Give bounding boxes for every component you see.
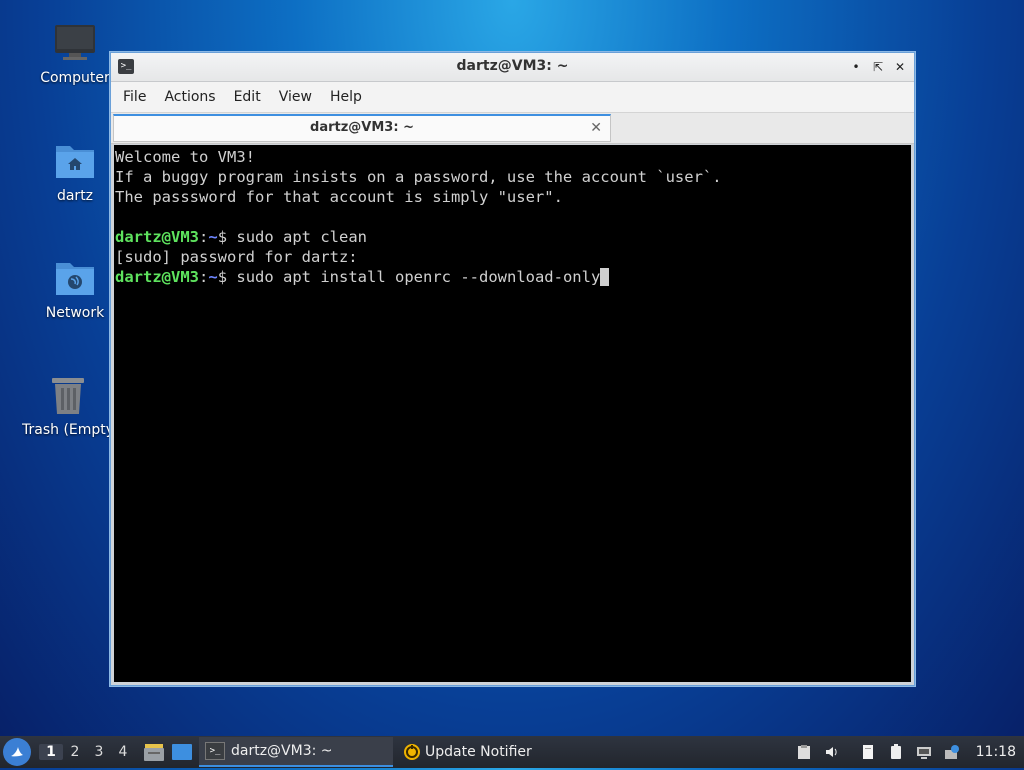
volume-icon[interactable]: [824, 744, 840, 760]
terminal-command-line: dartz@VM3:~$ sudo apt install openrc --d…: [115, 267, 911, 287]
command-input[interactable]: sudo apt install openrc --download-only: [236, 268, 600, 286]
tab-terminal[interactable]: dartz@VM3: ~ ✕: [113, 114, 611, 142]
prompt-end: $: [217, 228, 237, 246]
clock[interactable]: 11:18: [976, 744, 1016, 760]
terminal-blank-line: ​: [115, 207, 911, 227]
text-cursor: [600, 268, 610, 286]
home-folder-icon: [53, 140, 97, 182]
network-folder-icon: [53, 257, 97, 299]
menu-view[interactable]: View: [275, 89, 322, 105]
window-titlebar[interactable]: >_ dartz@VM3: ~ • ⇱ ✕: [111, 53, 914, 82]
task-terminal[interactable]: >_ dartz@VM3: ~: [199, 737, 393, 767]
workspace-3[interactable]: 3: [87, 744, 111, 760]
desktop-icon-label: Trash (Empty): [22, 422, 114, 438]
prompt-user: dartz@VM3: [115, 228, 199, 246]
show-desktop-icon[interactable]: [171, 742, 193, 762]
battery-icon[interactable]: [888, 744, 904, 760]
menu-actions[interactable]: Actions: [160, 89, 225, 105]
menu-help[interactable]: Help: [326, 89, 372, 105]
update-notifier-icon: [403, 743, 421, 761]
terminal-icon: >_: [205, 742, 225, 760]
start-menu-icon[interactable]: [3, 738, 31, 766]
prompt-end: $: [217, 268, 237, 286]
file-manager-launcher-icon[interactable]: [143, 742, 165, 762]
prompt-path: ~: [208, 268, 218, 286]
menu-file[interactable]: File: [119, 89, 156, 105]
menubar: File Actions Edit View Help: [111, 82, 914, 113]
update-tray-icon[interactable]: [944, 744, 960, 760]
desktop-icon-trash[interactable]: Trash (Empty): [22, 374, 114, 438]
network-tray-icon[interactable]: [916, 744, 932, 760]
tab-close-icon[interactable]: ✕: [590, 116, 602, 140]
terminal-line: Welcome to VM3!: [115, 148, 255, 166]
taskbar: 1 2 3 4 >_ dartz@VM3: ~ Update Notifier …: [0, 736, 1024, 768]
workspace-2[interactable]: 2: [63, 744, 87, 760]
terminal-line: [sudo] password for dartz:: [115, 248, 358, 266]
tab-bar: dartz@VM3: ~ ✕: [111, 113, 914, 144]
menu-edit[interactable]: Edit: [230, 89, 271, 105]
tab-title: dartz@VM3: ~: [310, 120, 414, 135]
prompt-path: ~: [208, 228, 218, 246]
notes-tray-icon[interactable]: [860, 744, 876, 760]
system-tray: 11:18: [790, 736, 1024, 768]
terminal-line: The passsword for that account is simply…: [115, 188, 563, 206]
minimize-icon[interactable]: •: [848, 59, 864, 75]
clipboard-tray-icon[interactable]: [796, 744, 812, 760]
prompt-separator: :: [199, 268, 209, 286]
trash-icon: [46, 374, 90, 416]
computer-icon: [53, 22, 97, 64]
terminal-window: >_ dartz@VM3: ~ • ⇱ ✕ File Actions Edit …: [110, 52, 915, 686]
workspace-4[interactable]: 4: [111, 744, 135, 760]
workspace-1[interactable]: 1: [39, 744, 63, 760]
close-icon[interactable]: ✕: [892, 59, 908, 75]
prompt-user: dartz@VM3: [115, 268, 199, 286]
window-title: dartz@VM3: ~: [456, 58, 569, 74]
terminal-line: If a buggy program insists on a password…: [115, 168, 722, 186]
command-text: sudo apt clean: [236, 228, 368, 246]
prompt-separator: :: [199, 228, 209, 246]
task-update-notifier[interactable]: Update Notifier: [397, 737, 538, 767]
maximize-icon[interactable]: ⇱: [870, 59, 886, 75]
task-label: Update Notifier: [425, 744, 532, 760]
terminal-output[interactable]: Welcome to VM3! If a buggy program insist…: [114, 145, 911, 682]
terminal-command-line: dartz@VM3:~$ sudo apt clean: [115, 227, 911, 247]
task-label: dartz@VM3: ~: [231, 743, 333, 759]
